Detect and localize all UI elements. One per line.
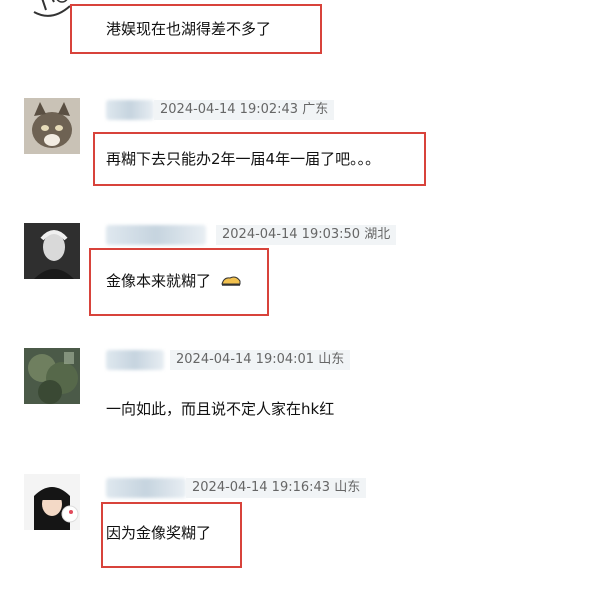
comment-meta: 2024-04-14 19:03:50 湖北 bbox=[216, 225, 397, 245]
comment-item-5: 2024-04-14 19:16:43 山东 因为金像奖糊了 bbox=[0, 470, 592, 597]
highlight-box bbox=[93, 132, 426, 186]
comment-meta: 2024-04-14 19:02:43 广东 bbox=[154, 100, 335, 120]
timestamp: 2024-04-14 19:03:50 bbox=[222, 227, 361, 242]
avatar[interactable] bbox=[24, 98, 80, 154]
location: 山东 bbox=[318, 352, 345, 367]
highlight-box bbox=[89, 248, 269, 316]
comment-item-2: 2024-04-14 19:02:43 广东 再糊下去只能办2年一届4年一届了吧… bbox=[0, 90, 592, 200]
username-blurred[interactable] bbox=[106, 225, 206, 245]
highlight-box bbox=[101, 502, 242, 568]
cat-avatar-icon bbox=[24, 98, 80, 154]
location: 山东 bbox=[334, 480, 361, 495]
username-blurred[interactable] bbox=[106, 478, 186, 498]
timestamp: 2024-04-14 19:16:43 bbox=[192, 480, 331, 495]
comment-item-3: 2024-04-14 19:03:50 湖北 金像本来就糊了 bbox=[0, 215, 592, 330]
timestamp: 2024-04-14 19:02:43 bbox=[160, 102, 299, 117]
nature-avatar-icon bbox=[24, 348, 80, 404]
avatar[interactable] bbox=[24, 474, 80, 530]
comment-item-1: 港娱现在也湖得差不多了 bbox=[0, 0, 592, 70]
comment-text: 一向如此，而且说不定人家在hk红 bbox=[106, 400, 335, 418]
avatar[interactable] bbox=[24, 348, 80, 404]
highlight-box bbox=[70, 4, 322, 54]
comment-item-4: 2024-04-14 19:04:01 山东 一向如此，而且说不定人家在hk红 bbox=[0, 340, 592, 460]
location: 湖北 bbox=[364, 227, 391, 242]
timestamp: 2024-04-14 19:04:01 bbox=[176, 352, 315, 367]
avatar[interactable] bbox=[24, 223, 80, 279]
portrait-avatar-icon bbox=[24, 223, 80, 279]
girl-avatar-icon bbox=[24, 474, 80, 530]
comment-meta: 2024-04-14 19:04:01 山东 bbox=[170, 350, 351, 370]
location: 广东 bbox=[302, 102, 329, 117]
username-blurred[interactable] bbox=[106, 100, 154, 120]
comment-meta: 2024-04-14 19:16:43 山东 bbox=[186, 478, 367, 498]
username-blurred[interactable] bbox=[106, 350, 164, 370]
